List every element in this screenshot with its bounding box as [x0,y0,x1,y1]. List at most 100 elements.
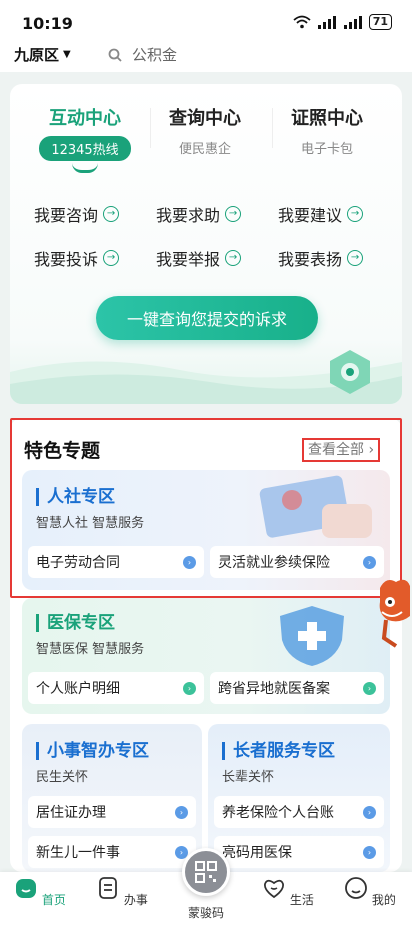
wave-decoration [10,350,402,404]
zone-title: 医保专区 [36,614,115,632]
zone-senior-services[interactable]: 长者服务专区 长辈关怀 养老保险个人台账 › 亮码用医保 › [208,724,390,872]
view-all-link[interactable]: 查看全部 › [302,438,381,462]
action-label: 我要表扬 [278,250,343,269]
zone-social-security[interactable]: 人社专区 智慧人社 智慧服务 电子劳动合同 › 灵活就业参续保险 › [22,470,390,590]
action-praise[interactable]: 我要表扬 → [278,246,364,270]
arrow-right-icon: › [363,682,376,695]
caret-down-icon: ▼ [63,49,71,60]
heart-icon [264,879,285,899]
zone-subtitle: 民生关怀 [36,770,89,785]
action-help[interactable]: 我要求助 → [156,202,242,226]
document-icon [99,877,117,899]
zone-subtitle: 智慧医保 智慧服务 [36,642,145,657]
status-icons: 71 [293,14,392,30]
arrow-right-icon: → [347,250,364,266]
hotline-badge[interactable]: 12345热线 [39,136,131,161]
qr-code-icon [195,861,217,883]
active-tab-indicator [72,163,98,173]
arrow-right-icon: → [225,250,242,266]
electronic-contract-button[interactable]: 电子劳动合同 › [28,546,204,578]
cross-province-medical-button[interactable]: 跨省异地就医备案 › [210,672,384,704]
zone-item-label: 新生儿一件事 [36,845,120,861]
signal-icon-2 [343,16,362,29]
arrow-right-icon: → [225,206,242,222]
nav-life[interactable]: 生活 [258,876,318,908]
arrow-right-icon: → [103,206,120,222]
nav-label: 首页 [41,893,66,907]
zone-title: 人社专区 [36,488,115,506]
zone-title: 小事智办专区 [36,742,149,760]
action-consult[interactable]: 我要咨询 → [34,202,120,226]
arrow-right-icon: › [183,556,196,569]
nav-label: 生活 [289,893,314,907]
chevron-right-icon: › [368,442,375,458]
zone-subtitle: 长辈关怀 [222,770,275,785]
wifi-icon [293,15,311,29]
nav-label-qr: 蒙骏码 [187,906,224,920]
social-card-illustration [259,475,372,538]
tab-title: 互动中心 [49,108,121,129]
section-title: 特色专题 [24,440,101,462]
arrow-right-icon: → [347,206,364,222]
zone-item-label: 灵活就业参续保险 [218,555,330,571]
action-label: 我要举报 [156,250,221,269]
tab-license-center[interactable]: 证照中心 电子卡包 [272,104,382,157]
district-selector[interactable]: 九原区 ▼ [14,44,71,65]
zone-item-label: 居住证办理 [36,805,106,821]
newborn-service-button[interactable]: 新生儿一件事 › [28,836,196,868]
district-label: 九原区 [14,46,60,64]
featured-topics-section: 特色专题 查看全部 › 人社专区 智慧人社 智慧服务 电子劳动合同 › 灵活就业… [10,418,402,872]
arrow-right-icon: › [363,846,376,859]
arrow-right-icon: › [363,806,376,819]
zone-small-affairs[interactable]: 小事智办专区 民生关怀 居住证办理 › 新生儿一件事 › [22,724,202,872]
signal-icon [317,16,336,29]
nav-home[interactable]: 首页 [10,876,70,908]
action-label: 我要建议 [278,206,343,225]
action-label: 我要咨询 [34,206,99,225]
action-label: 我要投诉 [34,250,99,269]
nav-mine[interactable]: 我的 [340,876,400,908]
nav-tasks[interactable]: 办事 [92,876,152,908]
shield-icon [280,606,344,666]
arrow-right-icon: › [183,682,196,695]
zone-item-label: 个人账户明细 [36,681,120,697]
action-complain[interactable]: 我要投诉 → [34,246,120,270]
tab-title: 证照中心 [291,108,363,129]
nav-label: 办事 [123,893,148,907]
battery-indicator: 71 [368,14,392,30]
search-icon [108,48,122,62]
arrow-right-icon: › [175,806,188,819]
action-label: 我要求助 [156,206,221,225]
service-center-card: 互动中心 12345热线 查询中心 便民惠企 证照中心 电子卡包 我要咨询 → … [10,84,402,404]
search-placeholder: 公积金 [132,46,178,64]
arrow-right-icon: → [103,250,120,266]
mascot-icon[interactable] [376,576,412,648]
qr-code-button[interactable] [182,848,230,896]
flexible-insurance-button[interactable]: 灵活就业参续保险 › [210,546,384,578]
pension-ledger-button[interactable]: 养老保险个人台账 › [214,796,384,828]
nav-label: 我的 [371,893,396,907]
zone-item-label: 电子劳动合同 [36,555,120,571]
query-submissions-button[interactable]: 一键查询您提交的诉求 [96,296,318,340]
zone-subtitle: 智慧人社 智慧服务 [36,516,145,531]
home-icon [16,879,37,898]
residence-permit-button[interactable]: 居住证办理 › [28,796,196,828]
search-bar[interactable]: 公积金 [108,44,177,65]
smiley-icon [345,877,367,899]
action-report[interactable]: 我要举报 → [156,246,242,270]
tab-interaction-center[interactable]: 互动中心 12345热线 [30,104,140,173]
medical-code-button[interactable]: 亮码用医保 › [214,836,384,868]
action-suggest[interactable]: 我要建议 → [278,202,364,226]
tab-query-center[interactable]: 查询中心 便民惠企 [150,104,260,157]
top-bar: 九原区 ▼ 公积金 [0,38,412,72]
tab-subtitle: 便民惠企 [178,142,231,157]
account-details-button[interactable]: 个人账户明细 › [28,672,204,704]
arrow-right-icon: › [363,556,376,569]
status-bar: 10:19 71 [0,0,412,38]
view-all-label: 查看全部 [308,442,364,458]
tab-subtitle: 电子卡包 [300,142,353,157]
zone-item-label: 跨省异地就医备案 [218,681,330,697]
zone-title: 长者服务专区 [222,742,335,760]
zone-medical-insurance[interactable]: 医保专区 智慧医保 智慧服务 个人账户明细 › 跨省异地就医备案 › [22,598,390,714]
status-time: 10:19 [22,14,73,33]
